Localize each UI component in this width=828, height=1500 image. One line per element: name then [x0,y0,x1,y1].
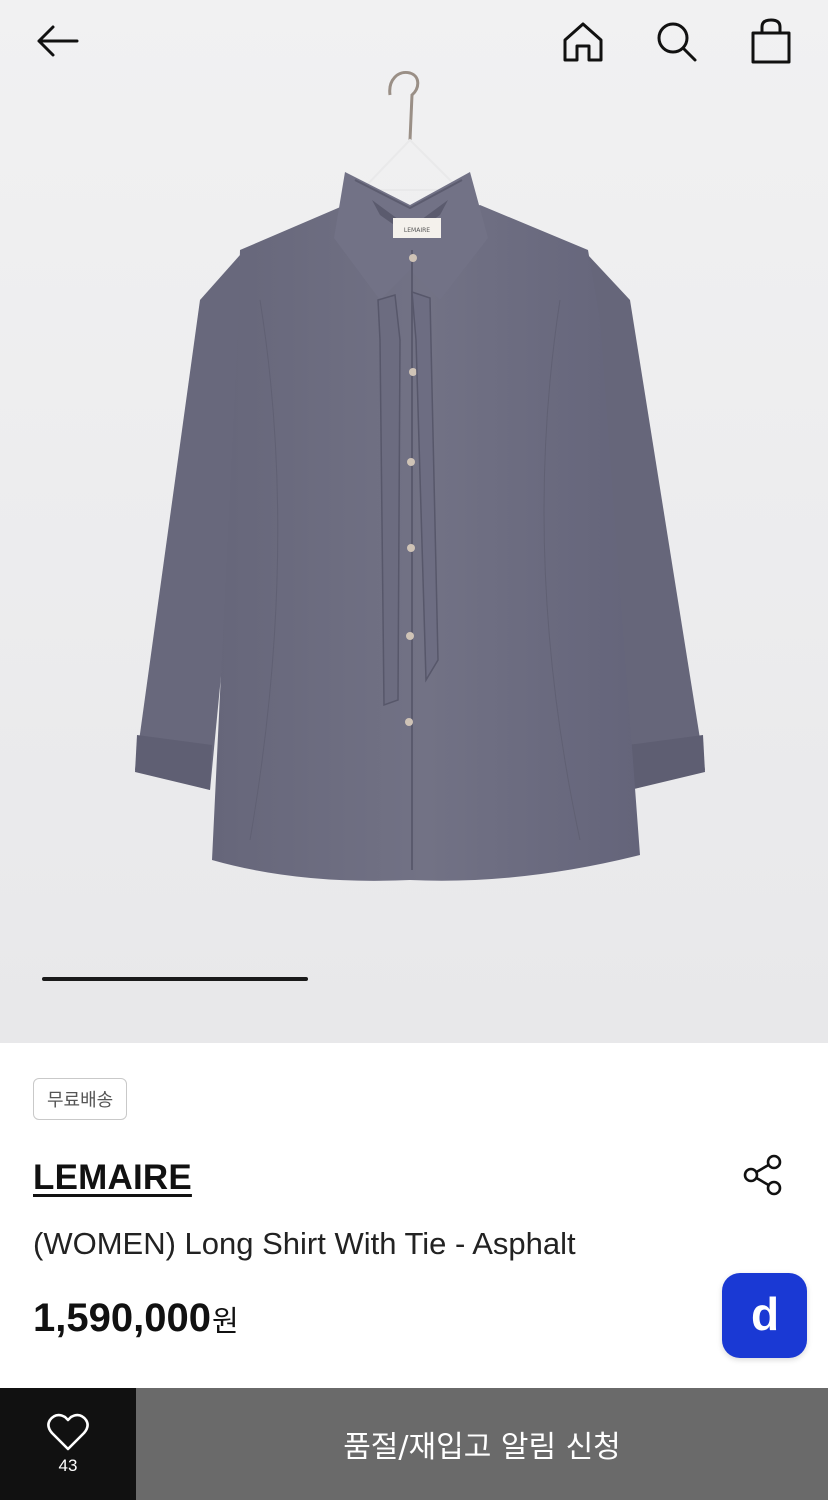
search-button[interactable] [646,11,706,71]
heart-icon [47,1413,89,1451]
d-logo-letter: d [750,1294,778,1338]
like-count: 43 [58,1456,78,1475]
shirt-label-text: LEMAIRE [404,227,430,234]
gallery-progress-bar [42,977,786,981]
restock-notification-button[interactable]: 품절/재입고 알림 신청 [136,1388,828,1500]
d-logo-icon: d [750,1294,778,1338]
shopping-bag-icon [751,18,791,64]
product-name: (WOMEN) Long Shirt With Tie - Asphalt [33,1226,576,1261]
product-image: LEMAIRE [0,0,828,1043]
like-button[interactable]: 43 [0,1388,136,1500]
home-button[interactable] [553,12,613,72]
bottom-action-bar: 43 품절/재입고 알림 신청 [0,1388,828,1500]
price-amount: 1,590,000 [33,1296,211,1340]
floating-app-button[interactable]: d [722,1273,807,1358]
price-unit: 원 [211,1304,239,1338]
share-icon [743,1154,782,1196]
product-image-gallery[interactable]: LEMAIRE [0,0,828,1043]
share-button[interactable] [734,1146,792,1204]
arrow-left-icon [37,25,79,57]
free-shipping-badge: 무료배송 [33,1078,128,1120]
back-button[interactable] [27,11,87,71]
cart-button[interactable] [741,11,801,71]
gallery-progress-fill [42,977,308,981]
restock-notification-label: 품절/재입고 알림 신청 [343,1430,621,1465]
home-icon [563,22,603,62]
product-price: 1,590,000 원 [33,1296,239,1341]
search-icon [657,22,697,62]
brand-link[interactable]: LEMAIRE [33,1158,192,1198]
